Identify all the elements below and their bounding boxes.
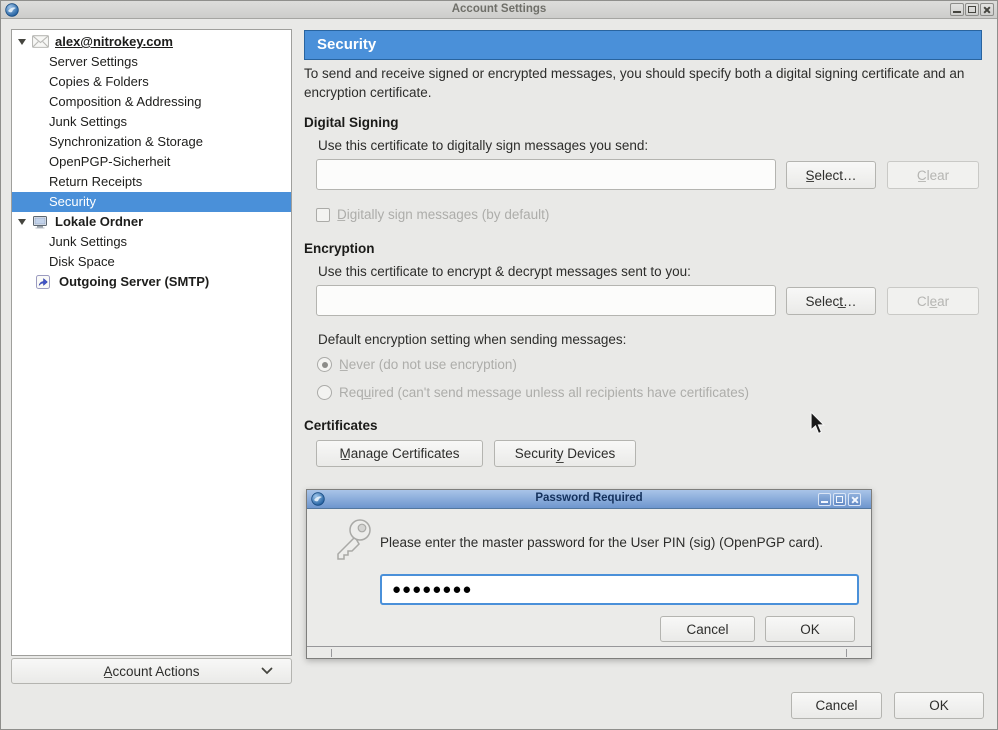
sidebar-item-label: Server Settings [49, 52, 138, 72]
default-encryption-label: Default encryption setting when sending … [318, 332, 626, 347]
sidebar-item-lokale-ordner[interactable]: Lokale Ordner [12, 212, 291, 232]
sidebar-item-composition-addressing[interactable]: Composition & Addressing [12, 92, 291, 112]
mouse-cursor [810, 411, 827, 436]
chevron-down-icon [261, 667, 273, 675]
expander-triangle-icon[interactable] [18, 39, 26, 45]
close-button[interactable] [980, 3, 994, 16]
sidebar-item-alex-nitrokey-com[interactable]: alex@nitrokey.com [12, 32, 291, 52]
dialog-title: Password Required [307, 492, 871, 504]
minimize-button[interactable] [950, 3, 964, 16]
security-devices-label: Security̲ Devices [515, 446, 616, 461]
sidebar-item-return-receipts[interactable]: Return Receipts [12, 172, 291, 192]
intro-text: To send and receive signed or encrypted … [304, 64, 980, 102]
radio-required[interactable] [317, 385, 332, 400]
radio-never[interactable] [317, 357, 332, 372]
dialog-titlebar: Password Required [307, 490, 871, 509]
expander-triangle-icon[interactable] [18, 219, 26, 225]
account-actions-label: A̲ccount Actions [103, 664, 199, 679]
send-icon [36, 275, 53, 289]
dialog-minimize-button[interactable] [818, 493, 831, 506]
ok-button[interactable]: OK [894, 692, 984, 719]
account-settings-window: Account Settings alex@nitrokey.comServer… [0, 0, 998, 730]
digital-signing-heading: Digital Signing [304, 115, 399, 130]
radio-required-label: Requ̲ired (can't send message unless all… [339, 385, 749, 400]
maximize-button[interactable] [965, 3, 979, 16]
cancel-button[interactable]: Cancel [791, 692, 882, 719]
digitally-sign-checkbox[interactable] [316, 208, 330, 222]
digitally-sign-checkbox-row[interactable]: D̲igitally sign messages (by default) [316, 207, 549, 222]
sidebar-item-disk-space[interactable]: Disk Space [12, 252, 291, 272]
sidebar-item-label: OpenPGP-Sicherheit [49, 152, 170, 172]
encryption-select-label: Select̲… [805, 294, 856, 309]
sidebar-item-label: Composition & Addressing [49, 92, 201, 112]
sidebar-item-outgoing-server-smtp[interactable]: Outgoing Server (SMTP) [12, 272, 291, 292]
settings-tree: alex@nitrokey.comServer SettingsCopies &… [11, 29, 292, 656]
dialog-close-button[interactable] [848, 493, 861, 506]
encryption-clear-label: Cle̲ar [917, 294, 949, 309]
sidebar-item-openpgp-sicherheit[interactable]: OpenPGP-Sicherheit [12, 152, 291, 172]
sidebar-item-label: Disk Space [49, 252, 115, 272]
encryption-heading: Encryption [304, 241, 375, 256]
signing-clear-button: C̲lear [887, 161, 979, 189]
digitally-sign-label: D̲igitally sign messages (by default) [337, 207, 549, 222]
signing-select-label: S̲elect… [805, 168, 856, 183]
radio-never-row[interactable]: N̲ever (do not use encryption) [317, 357, 517, 372]
sidebar-item-security[interactable]: Security [12, 192, 291, 212]
sidebar-item-label: Return Receipts [49, 172, 142, 192]
cancel-label: Cancel [815, 698, 857, 713]
account-actions-button[interactable]: A̲ccount Actions [11, 658, 292, 684]
sidebar-item-server-settings[interactable]: Server Settings [12, 52, 291, 72]
sidebar-item-label: Security [49, 192, 96, 212]
sidebar-item-copies-folders[interactable]: Copies & Folders [12, 72, 291, 92]
dialog-ok-label: OK [800, 622, 820, 637]
computer-icon [32, 215, 49, 229]
encryption-cert-input[interactable] [316, 285, 776, 316]
sidebar-item-synchronization-storage[interactable]: Synchronization & Storage [12, 132, 291, 152]
encryption-clear-button: Cle̲ar [887, 287, 979, 315]
titlebar: Account Settings [1, 1, 997, 19]
signing-cert-label: Use this certificate to digitally sign m… [318, 138, 648, 153]
master-password-input[interactable] [380, 574, 859, 605]
sidebar-item-label: Junk Settings [49, 112, 127, 132]
sidebar-item-junk-settings[interactable]: Junk Settings [12, 112, 291, 132]
manage-certificates-label: M̲anage Certificates [339, 446, 459, 461]
mail-icon [32, 35, 49, 49]
encryption-select-button[interactable]: Select̲… [786, 287, 876, 315]
password-required-dialog: Password Required Please enter the maste… [306, 489, 872, 659]
sidebar-item-junk-settings[interactable]: Junk Settings [12, 232, 291, 252]
security-devices-button[interactable]: Security̲ Devices [494, 440, 636, 467]
sidebar-item-label: Junk Settings [49, 232, 127, 252]
encryption-cert-label: Use this certificate to encrypt & decryp… [318, 264, 691, 279]
ok-label: OK [929, 698, 949, 713]
dialog-ok-button[interactable]: OK [765, 616, 855, 642]
key-icon [329, 516, 375, 562]
dialog-message: Please enter the master password for the… [380, 535, 860, 550]
window-title: Account Settings [1, 3, 997, 15]
radio-never-label: N̲ever (do not use encryption) [339, 357, 517, 372]
dialog-maximize-button[interactable] [833, 493, 846, 506]
sidebar-item-label: Lokale Ordner [55, 212, 143, 232]
dialog-cancel-label: Cancel [686, 622, 728, 637]
sidebar-item-label: Copies & Folders [49, 72, 149, 92]
radio-required-row[interactable]: Requ̲ired (can't send message unless all… [317, 385, 749, 400]
dialog-cancel-button[interactable]: Cancel [660, 616, 755, 642]
sidebar-item-label: Synchronization & Storage [49, 132, 203, 152]
manage-certificates-button[interactable]: M̲anage Certificates [316, 440, 483, 467]
signing-cert-input[interactable] [316, 159, 776, 190]
certificates-heading: Certificates [304, 418, 378, 433]
sidebar-item-label: Outgoing Server (SMTP) [59, 272, 209, 292]
dialog-resize-strip [307, 646, 871, 658]
signing-clear-label: C̲lear [917, 168, 949, 183]
sidebar-item-label: alex@nitrokey.com [55, 32, 173, 52]
panel-header: Security [304, 30, 982, 60]
signing-select-button[interactable]: S̲elect… [786, 161, 876, 189]
